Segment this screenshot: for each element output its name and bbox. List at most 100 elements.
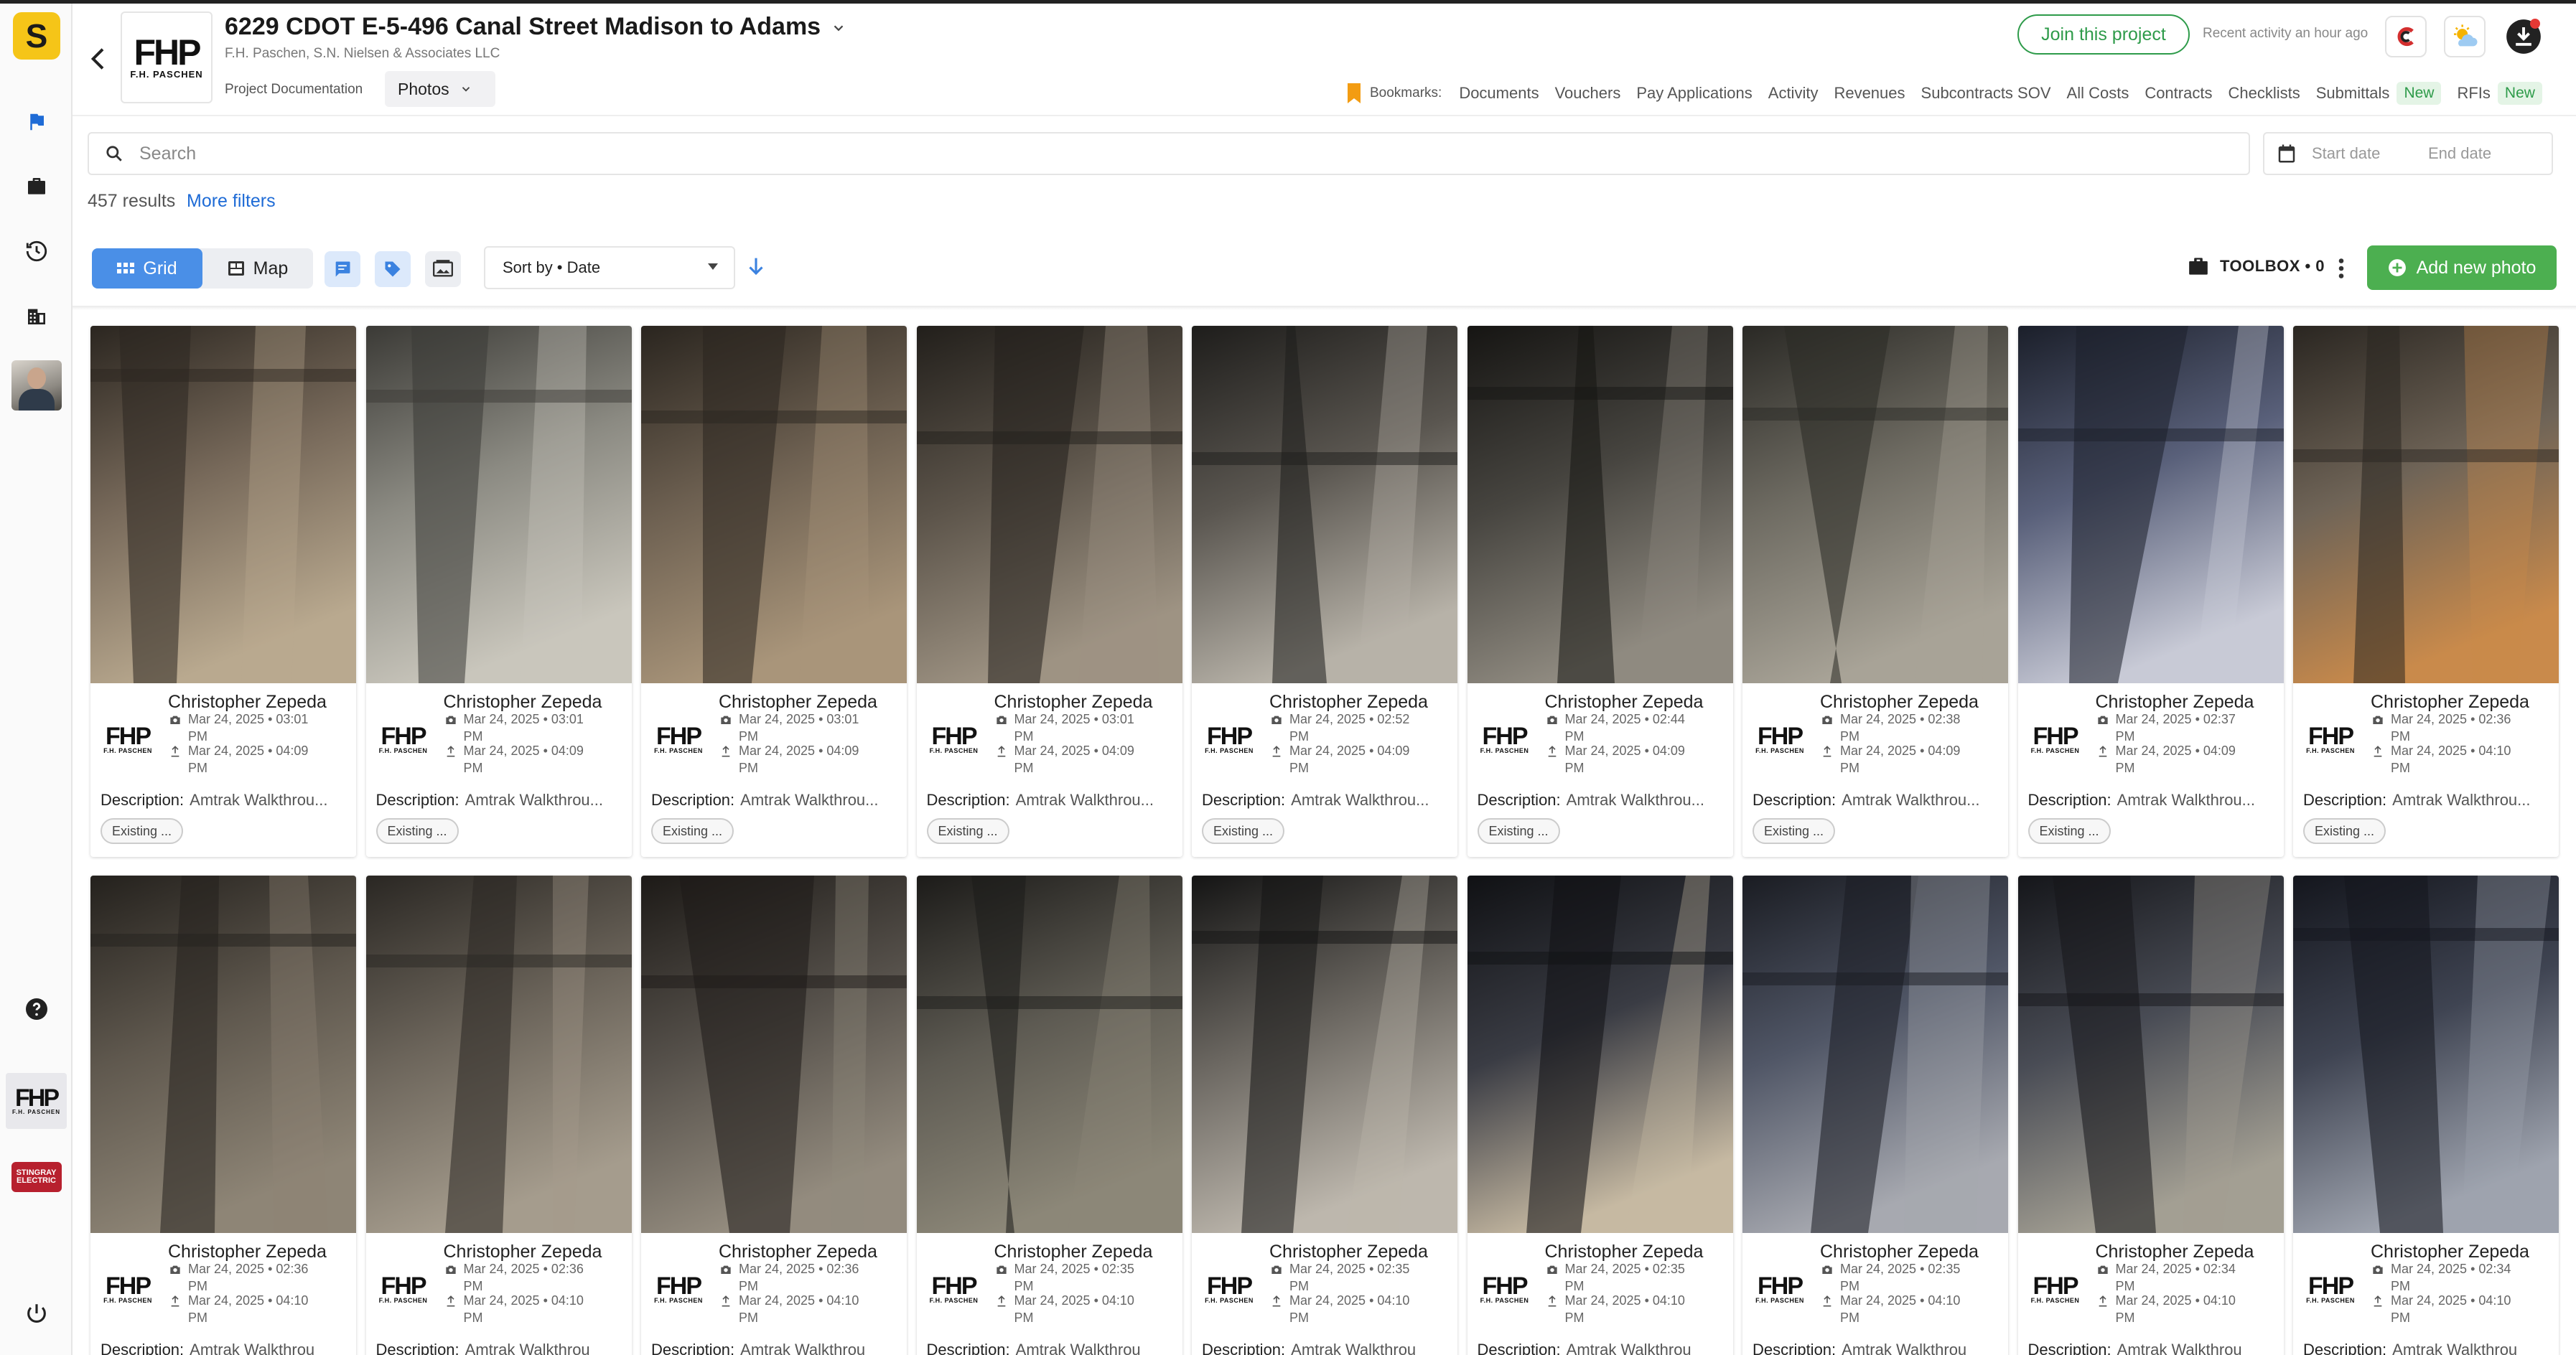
photo-card[interactable]: Christopher Zepeda FHP F.H. PASCHEN Mar 24,…	[365, 326, 632, 857]
photo-tag[interactable]: Existing ...	[375, 818, 459, 844]
chevron-down-icon[interactable]	[831, 14, 846, 42]
photo-thumbnail[interactable]	[90, 876, 356, 1233]
photo-thumbnail[interactable]	[1742, 876, 2008, 1233]
weather-icon[interactable]	[2444, 16, 2486, 57]
bookmark-checklists[interactable]: Checklists	[2228, 84, 2300, 103]
project-title[interactable]: 6229 CDOT E-5-496 Canal Street Madison t…	[225, 13, 846, 42]
view-dropdown[interactable]: Photos	[385, 71, 495, 107]
photo-thumbnail[interactable]	[365, 326, 632, 683]
sort-direction-icon[interactable]	[744, 254, 768, 282]
history-icon[interactable]	[19, 233, 55, 269]
briefcase-icon[interactable]	[19, 169, 55, 205]
help-icon[interactable]	[19, 991, 55, 1027]
sort-dropdown[interactable]: Sort by • Date	[484, 246, 735, 289]
user-avatar[interactable]	[11, 360, 62, 411]
app-logo[interactable]: S	[13, 12, 60, 60]
photo-thumbnail[interactable]	[1742, 326, 2008, 683]
photo-tag[interactable]: Existing ...	[1202, 818, 1285, 844]
end-date-field[interactable]: End date	[2428, 144, 2491, 163]
bookmark-contracts[interactable]: Contracts	[2145, 84, 2212, 103]
photo-tag[interactable]: Existing ...	[2303, 818, 2386, 844]
photo-tag[interactable]: Existing ...	[1753, 818, 1836, 844]
photo-card[interactable]: Christopher Zepeda FHP F.H. PASCHEN Mar 24,…	[916, 326, 1182, 857]
date-range[interactable]: Start date End date	[2263, 132, 2553, 175]
photo-thumbnail[interactable]	[1467, 876, 1733, 1233]
photo-thumbnail[interactable]	[1192, 326, 1457, 683]
photo-card[interactable]: Christopher Zepeda FHP F.H. PASCHEN Mar 24,…	[1467, 326, 1733, 857]
start-date-field[interactable]: Start date	[2312, 144, 2419, 163]
photo-thumbnail[interactable]	[2293, 876, 2559, 1233]
company-fhp[interactable]: FHP F.H. PASCHEN	[6, 1073, 67, 1129]
photo-card[interactable]: Christopher Zepeda FHP F.H. PASCHEN Mar 24,…	[1192, 326, 1457, 857]
photo-card[interactable]: Christopher Zepeda FHP F.H. PASCHEN Mar 24,…	[1742, 326, 2008, 857]
photo-uploaded-date: Mar 24, 2025 • 04:10	[444, 1293, 584, 1308]
photo-tag[interactable]: Existing ...	[2027, 818, 2111, 844]
photo-thumbnail[interactable]	[916, 876, 1182, 1233]
grid-view-button[interactable]: Grid	[92, 248, 202, 289]
photo-uploaded-value: Mar 24, 2025 • 04:09	[2115, 744, 2236, 758]
photo-thumbnail[interactable]	[1192, 876, 1457, 1233]
photo-thumbnail[interactable]	[2293, 326, 2559, 683]
c-app-icon[interactable]	[2385, 16, 2427, 57]
photo-thumbnail[interactable]	[365, 876, 632, 1233]
gallery-filter-button[interactable]	[425, 251, 461, 287]
description-label: Description:	[101, 1341, 185, 1355]
author-company-logo: FHP F.H. PASCHEN	[2303, 718, 2358, 761]
photo-card[interactable]: Christopher Zepeda FHP F.H. PASCHEN Mar 24,…	[2293, 876, 2559, 1355]
map-view-button[interactable]: Map	[202, 248, 313, 289]
building-icon[interactable]	[19, 298, 55, 334]
photo-card[interactable]: Christopher Zepeda FHP F.H. PASCHEN Mar 24,…	[1192, 876, 1457, 1355]
more-filters-link[interactable]: More filters	[187, 191, 276, 212]
photo-thumbnail[interactable]	[2017, 326, 2284, 683]
photo-card[interactable]: Christopher Zepeda FHP F.H. PASCHEN Mar 24,…	[90, 876, 356, 1355]
photo-card[interactable]: Christopher Zepeda FHP F.H. PASCHEN Mar 24,…	[1467, 876, 1733, 1355]
bookmark-pay-applications[interactable]: Pay Applications	[1636, 84, 1752, 103]
camera-icon	[444, 1262, 458, 1277]
more-vertical-icon[interactable]	[2336, 255, 2346, 285]
photo-card[interactable]: Christopher Zepeda FHP F.H. PASCHEN Mar 24,…	[2017, 876, 2284, 1355]
company-stingray[interactable]: STINGRAY ELECTRIC	[6, 1149, 67, 1205]
photo-card[interactable]: Christopher Zepeda FHP F.H. PASCHEN Mar 24,…	[2293, 326, 2559, 857]
photo-uploaded-date: Mar 24, 2025 • 04:09	[168, 744, 308, 759]
photo-thumbnail[interactable]	[2017, 876, 2284, 1233]
photo-tag[interactable]: Existing ...	[926, 818, 1009, 844]
photo-thumbnail[interactable]	[641, 876, 907, 1233]
bookmark-rfis[interactable]: RFIs	[2457, 84, 2490, 103]
photo-card[interactable]: Christopher Zepeda FHP F.H. PASCHEN Mar 24,…	[916, 876, 1182, 1355]
photo-description: Description: Amtrak Walkthrou...	[2303, 791, 2531, 810]
bookmark-revenues[interactable]: Revenues	[1834, 84, 1905, 103]
photo-card[interactable]: Christopher Zepeda FHP F.H. PASCHEN Mar 24,…	[1742, 876, 2008, 1355]
search-input[interactable]	[139, 143, 2150, 164]
description-value: Amtrak Walkthrou...	[2117, 791, 2255, 809]
bookmark-all-costs[interactable]: All Costs	[2067, 84, 2129, 103]
add-new-photo-button[interactable]: Add new photo	[2367, 245, 2557, 290]
bookmark-activity[interactable]: Activity	[1768, 84, 1819, 103]
toolbox[interactable]: TOOLBOX • 0	[2188, 257, 2325, 276]
photo-tag[interactable]: Existing ...	[101, 818, 184, 844]
photo-thumbnail[interactable]	[641, 326, 907, 683]
comments-filter-button[interactable]	[325, 251, 360, 287]
photo-card[interactable]: Christopher Zepeda FHP F.H. PASCHEN Mar 24,…	[641, 326, 907, 857]
photo-tag[interactable]: Existing ...	[651, 818, 734, 844]
join-project-button[interactable]: Join this project	[2017, 14, 2190, 55]
photo-thumbnail[interactable]	[90, 326, 356, 683]
bookmark-submittals[interactable]: Submittals	[2316, 84, 2390, 103]
notifications-icon[interactable]	[2503, 16, 2544, 57]
back-arrow-icon[interactable]	[85, 44, 113, 73]
photo-tag[interactable]: Existing ...	[1477, 818, 1560, 844]
photo-thumbnail[interactable]	[1467, 326, 1733, 683]
upload-icon	[168, 1293, 182, 1308]
photo-taken-date: Mar 24, 2025 • 02:44	[1545, 712, 1685, 727]
photo-card[interactable]: Christopher Zepeda FHP F.H. PASCHEN Mar 24,…	[365, 876, 632, 1355]
bookmark-subcontracts-sov[interactable]: Subcontracts SOV	[1921, 84, 2051, 103]
tags-filter-button[interactable]	[375, 251, 411, 287]
photo-thumbnail[interactable]	[916, 326, 1182, 683]
bookmark-vouchers[interactable]: Vouchers	[1555, 84, 1621, 103]
photo-card[interactable]: Christopher Zepeda FHP F.H. PASCHEN Mar 24,…	[641, 876, 907, 1355]
photo-card[interactable]: Christopher Zepeda FHP F.H. PASCHEN Mar 24,…	[90, 326, 356, 857]
photo-card[interactable]: Christopher Zepeda FHP F.H. PASCHEN Mar 24,…	[2017, 326, 2284, 857]
power-icon[interactable]	[19, 1295, 55, 1331]
bookmark-documents[interactable]: Documents	[1459, 84, 1539, 103]
author-company-logo: FHP F.H. PASCHEN	[2028, 718, 2083, 761]
flag-icon[interactable]	[19, 104, 55, 140]
